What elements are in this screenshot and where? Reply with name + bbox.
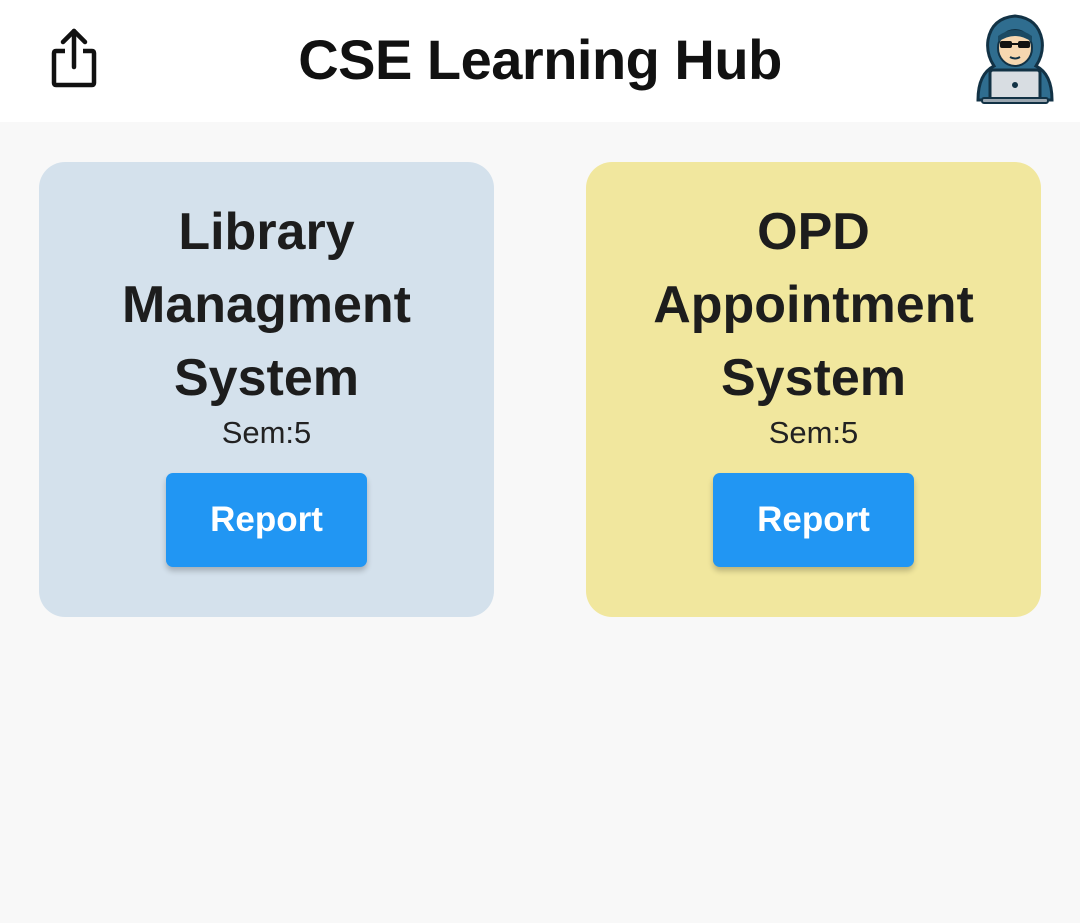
project-card-opd: OPD Appointment System Sem:5 Report xyxy=(586,162,1041,617)
project-title: Library Managment System xyxy=(122,203,411,407)
project-title: OPD Appointment System xyxy=(653,203,974,407)
report-button[interactable]: Report xyxy=(166,473,367,567)
project-card-library: Library Managment System Sem:5 Report xyxy=(39,162,494,617)
report-button[interactable]: Report xyxy=(713,473,914,567)
app-bar: CSE Learning Hub xyxy=(0,0,1080,122)
hacker-avatar-icon xyxy=(976,14,1054,104)
avatar[interactable] xyxy=(972,12,1058,104)
project-semester: Sem:5 xyxy=(221,415,312,450)
project-semester: Sem:5 xyxy=(768,415,859,450)
app-title: CSE Learning Hub xyxy=(298,28,782,91)
